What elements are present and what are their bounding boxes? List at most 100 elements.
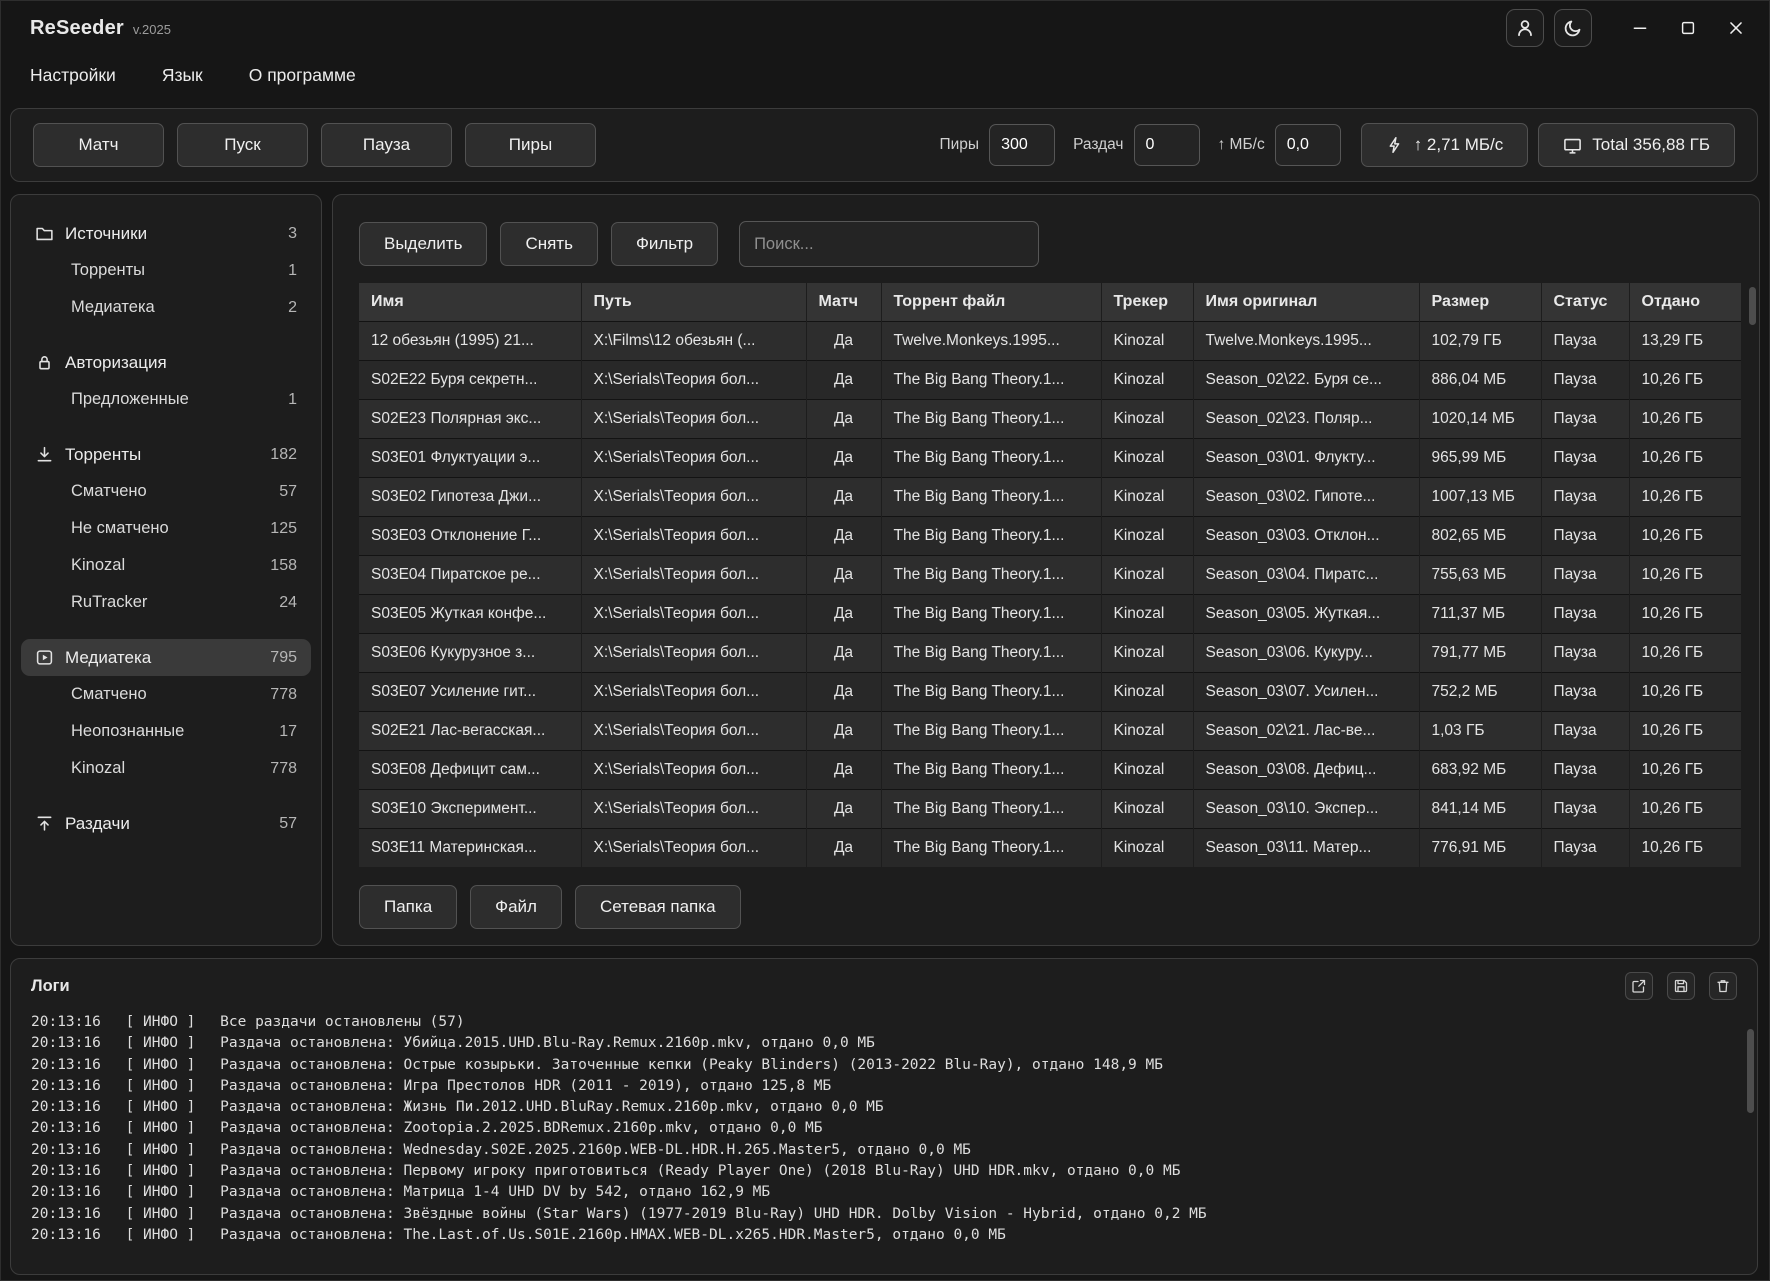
sidebar-item[interactable]: Предложенные 1 [21,381,311,418]
column-header[interactable]: Матч [806,283,881,321]
sidebar-item[interactable]: Не сматчено 125 [21,510,311,547]
sidebar-item[interactable]: Раздачи 57 [21,805,311,842]
table-row[interactable]: S02E21 Лас-вегасская... X:\Serials\Теори… [359,711,1741,750]
column-header[interactable]: Торрент файл [881,283,1101,321]
cell-path: X:\Serials\Теория бол... [581,750,806,789]
cell-given: 10,26 ГБ [1629,360,1741,399]
cell-original-name: Season_03\07. Усилен... [1193,672,1419,711]
table-row[interactable]: S03E04 Пиратское ре... X:\Serials\Теория… [359,555,1741,594]
log-message: Раздача остановлена: Wednesday.S02E.2025… [220,1142,971,1158]
sidebar-item[interactable]: Kinozal 778 [21,750,311,787]
cell-size: 776,91 МБ [1419,828,1541,867]
sidebar-item[interactable]: Неопознанные 17 [21,713,311,750]
table-row[interactable]: S03E11 Материнская... X:\Serials\Теория … [359,828,1741,867]
log-level: [ ИНФО ] [126,1227,196,1243]
sidebar-item[interactable]: Сматчено 778 [21,676,311,713]
toolbar-button[interactable]: Пуск [177,123,308,167]
table-row[interactable]: S03E03 Отклонение Г... X:\Serials\Теория… [359,516,1741,555]
column-header[interactable]: Путь [581,283,806,321]
upload-rate-value: ↑ 2,71 МБ/с [1414,135,1504,155]
close-button[interactable] [1712,8,1760,48]
peers-input[interactable] [989,124,1055,166]
cell-name: S03E08 Дефицит сам... [359,750,581,789]
cell-size: 752,2 МБ [1419,672,1541,711]
cell-torrent-file: The Big Bang Theory.1... [881,477,1101,516]
action-button[interactable]: Выделить [359,222,487,266]
cell-status: Пауза [1541,477,1629,516]
column-header[interactable]: Размер [1419,283,1541,321]
clear-log-button[interactable] [1709,972,1737,1000]
save-log-button[interactable] [1667,972,1695,1000]
menu-item[interactable]: О программе [249,65,356,86]
cell-original-name: Season_03\01. Флукту... [1193,438,1419,477]
toolbar-button[interactable]: Пауза [321,123,452,167]
sidebar-item[interactable]: Источники 3 [21,215,311,252]
sidebar-item[interactable]: RuTracker 24 [21,584,311,621]
open-button[interactable]: Папка [359,885,457,929]
open-external-button[interactable] [1625,972,1653,1000]
column-header[interactable]: Имя оригинал [1193,283,1419,321]
app-window: { "window": { "app_name": "ReSeeder", "v… [0,0,1770,1281]
account-button[interactable] [1506,9,1544,47]
table-row[interactable]: S03E02 Гипотеза Джи... X:\Serials\Теория… [359,477,1741,516]
scrollbar-thumb[interactable] [1749,287,1756,325]
uploads-input[interactable] [1134,124,1200,166]
cell-status: Пауза [1541,672,1629,711]
column-header[interactable]: Отдано [1629,283,1741,321]
log-line: 20:13:16 [ ИНФО ] Раздача остановлена: З… [31,1204,1737,1225]
cell-size: 1,03 ГБ [1419,711,1541,750]
log-time: 20:13:16 [31,1227,101,1243]
sidebar-item[interactable]: Медиатека 2 [21,289,311,326]
upload-rate-button[interactable]: ↑ 2,71 МБ/с [1361,123,1529,167]
main-panel: Выделить Снять Фильтр Имя Путь Матч Торр… [332,194,1760,946]
total-value: Total 356,88 ГБ [1592,135,1710,155]
table-row[interactable]: S02E23 Полярная экс... X:\Serials\Теория… [359,399,1741,438]
cell-match: Да [806,828,881,867]
sidebar-item[interactable]: Торренты 182 [21,436,311,473]
cell-path: X:\Serials\Теория бол... [581,477,806,516]
sidebar-item[interactable]: Авторизация [21,344,311,381]
maximize-button[interactable] [1664,8,1712,48]
action-button[interactable]: Снять [500,222,598,266]
cell-status: Пауза [1541,789,1629,828]
table-row[interactable]: S03E05 Жуткая конфе... X:\Serials\Теория… [359,594,1741,633]
log-time: 20:13:16 [31,1120,101,1136]
toolbar: Матч Пуск Пауза Пиры Пиры Раздач ↑ МБ/с … [10,108,1758,182]
minimize-button[interactable] [1616,8,1664,48]
action-button[interactable]: Фильтр [611,222,718,266]
table-row[interactable]: S03E01 Флуктуации э... X:\Serials\Теория… [359,438,1741,477]
total-button[interactable]: Total 356,88 ГБ [1538,123,1735,167]
column-header[interactable]: Трекер [1101,283,1193,321]
scrollbar-thumb[interactable] [1747,1029,1754,1113]
sidebar-item-count: 57 [279,815,297,833]
table-row[interactable]: S03E06 Кукурузное з... X:\Serials\Теория… [359,633,1741,672]
action-buttons: Выделить Снять Фильтр [359,222,718,266]
log-time: 20:13:16 [31,1142,101,1158]
cell-given: 10,26 ГБ [1629,672,1741,711]
open-button[interactable]: Сетевая папка [575,885,741,929]
toolbar-button[interactable]: Пиры [465,123,596,167]
open-button[interactable]: Файл [470,885,562,929]
cell-given: 10,26 ГБ [1629,477,1741,516]
cell-name: S03E03 Отклонение Г... [359,516,581,555]
table-row[interactable]: S03E08 Дефицит сам... X:\Serials\Теория … [359,750,1741,789]
table-row[interactable]: 12 обезьян (1995) 21... X:\Films\12 обез… [359,321,1741,360]
sidebar-item[interactable]: Сматчено 57 [21,473,311,510]
column-header[interactable]: Статус [1541,283,1629,321]
table-row[interactable]: S03E10 Эксперимент... X:\Serials\Теория … [359,789,1741,828]
speed-limit-input[interactable] [1275,124,1341,166]
sidebar-item[interactable]: Kinozal 158 [21,547,311,584]
cell-given: 10,26 ГБ [1629,399,1741,438]
sidebar-item[interactable]: Торренты 1 [21,252,311,289]
column-header[interactable]: Имя [359,283,581,321]
table-row[interactable]: S03E07 Усиление гит... X:\Serials\Теория… [359,672,1741,711]
toolbar-button[interactable]: Матч [33,123,164,167]
menu-item[interactable]: Настройки [30,65,116,86]
cell-original-name: Season_03\04. Пиратс... [1193,555,1419,594]
table-row[interactable]: S02E22 Буря секретн... X:\Serials\Теория… [359,360,1741,399]
theme-toggle-button[interactable] [1554,9,1592,47]
sidebar-item[interactable]: Медиатека 795 [21,639,311,676]
menu-item[interactable]: Язык [162,65,203,86]
log-time: 20:13:16 [31,1163,101,1179]
search-input[interactable] [739,221,1039,267]
